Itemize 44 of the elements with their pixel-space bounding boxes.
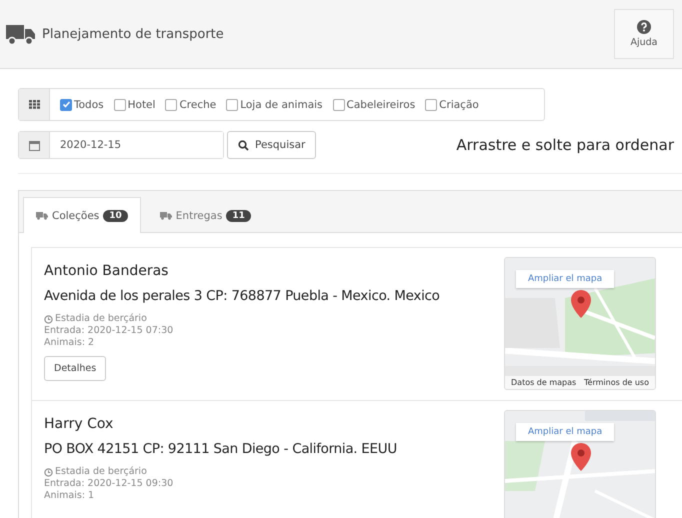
help-icon — [637, 20, 651, 34]
address: PO BOX 42151 CP: 92111 San Diego - California. EEUU — [44, 441, 398, 457]
entry-time: Entrada: 2020-12-15 07:30 — [44, 325, 174, 337]
checkbox-icon[interactable] — [425, 98, 438, 110]
clock-icon — [44, 468, 53, 476]
animal-count: Animais: 2 — [44, 337, 96, 349]
filter-checkbox[interactable]: Cabeleireiros — [332, 98, 416, 110]
filter-checkbox[interactable]: Creche — [165, 98, 216, 110]
help-button[interactable]: Ajuda — [614, 9, 674, 59]
search-button[interactable]: Pesquisar — [227, 131, 316, 159]
tab[interactable]: Coleções 10 — [23, 197, 141, 233]
filter-checkbox[interactable]: Criação — [425, 98, 479, 110]
checkbox-icon[interactable] — [60, 98, 72, 110]
map[interactable]: Ampliar el mapa — [504, 410, 656, 518]
sort-hint: Arrastre e solte para ordenar — [456, 136, 674, 154]
checkbox-icon[interactable] — [332, 98, 345, 110]
enlarge-map-link[interactable]: Ampliar el mapa — [516, 270, 614, 288]
filter-checkbox[interactable]: Loja de animais — [226, 98, 323, 110]
search-icon — [238, 140, 249, 150]
client-name: Harry Cox — [44, 416, 114, 432]
truck-icon — [6, 23, 36, 45]
checkbox-icon[interactable] — [226, 98, 238, 110]
page-title: Planejamento de transporte — [42, 26, 225, 42]
entry-time: Entrada: 2020-12-15 09:30 — [44, 478, 174, 490]
calendar-icon — [19, 132, 50, 158]
checkbox-icon[interactable] — [165, 98, 178, 110]
client-name: Antonio Banderas — [44, 263, 170, 279]
truck-icon — [160, 211, 172, 220]
checkbox-icon[interactable] — [114, 98, 126, 110]
service-type: Estadia de berçário — [44, 466, 504, 478]
enlarge-map-link[interactable]: Ampliar el mapa — [516, 423, 614, 441]
filter-checkbox[interactable]: Todos — [60, 98, 104, 110]
tab[interactable]: Entregas 11 — [146, 197, 264, 233]
address: Avenida de los perales 3 CP: 768877 Puebla - Mexico. Mexico — [44, 288, 441, 304]
animal-count: Animais: 1 — [44, 490, 96, 502]
clock-icon — [44, 314, 53, 324]
details-button[interactable]: Detalhes — [44, 356, 106, 381]
filter-checkbox[interactable]: Hotel — [114, 98, 156, 110]
map-attribution-link[interactable]: Datos de mapas — [511, 378, 576, 387]
map[interactable]: Ampliar el mapa Datos de mapas Términos de uso — [504, 257, 656, 390]
date-field[interactable]: 2020-12-15 — [18, 131, 224, 159]
truck-icon — [36, 211, 48, 220]
service-type: Estadia de berçário — [44, 313, 504, 325]
map-attribution-link[interactable]: Términos de uso — [584, 378, 649, 387]
